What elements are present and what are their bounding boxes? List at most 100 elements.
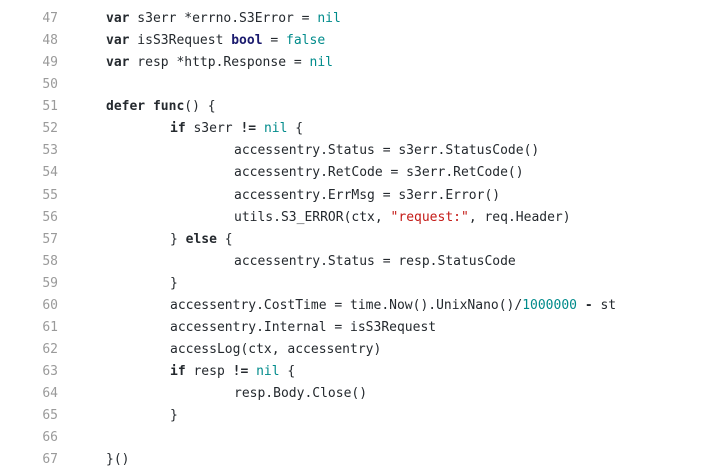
code-keyword: var <box>106 33 130 49</box>
line-number: 51 <box>42 99 58 115</box>
code-line[interactable]: 60 accessentry.CostTime = time.Now().Unix… <box>0 295 717 317</box>
line-number: 64 <box>42 386 58 402</box>
line-source: resp.Body.Close() <box>234 383 367 405</box>
code-line[interactable]: 65} <box>0 405 717 427</box>
code-text: accessLog(ctx, accessentry) <box>170 341 382 357</box>
line-source: accessentry.Internal = isS3Request <box>170 317 436 339</box>
code-keyword: if <box>170 364 186 379</box>
code-keyword: - <box>584 297 593 313</box>
line-source: accessentry.Status = s3err.StatusCode() <box>234 140 539 162</box>
code-text: s3err *errno.S3Error = <box>129 11 318 26</box>
code-literal: nil <box>263 121 288 137</box>
code-line[interactable]: 58 accessentry.Status = resp.StatusCode <box>0 251 717 273</box>
clipped-previous-line <box>0 0 717 8</box>
line-number: 61 <box>42 319 58 335</box>
code-keyword: func <box>152 99 185 115</box>
line-number: 58 <box>42 253 58 269</box>
line-source: accessentry.Status = resp.StatusCode <box>234 251 516 273</box>
code-text: s3err <box>185 121 241 137</box>
line-number: 65 <box>42 408 58 424</box>
line-source: accessentry.RetCode = s3err.RetCode() <box>234 162 524 184</box>
line-number: 50 <box>42 77 58 93</box>
code-line[interactable]: 61 accessentry.Internal = isS3Request <box>0 317 717 339</box>
line-source: accessentry.ErrMsg = s3err.Error() <box>234 185 500 207</box>
line-number: 56 <box>42 209 58 225</box>
line-number: 55 <box>42 187 58 203</box>
code-keyword: != <box>240 121 257 137</box>
code-line[interactable]: 66 <box>0 427 717 449</box>
line-source: }() <box>106 449 129 470</box>
code-line[interactable]: 63 if resp != nil { <box>0 361 717 383</box>
code-text: { <box>279 364 296 379</box>
line-source: var resp *http.Response = nil <box>106 52 333 74</box>
code-text: accessentry.Status = s3err.StatusCode() <box>234 143 540 159</box>
code-text: } <box>170 275 178 291</box>
code-line[interactable]: 62 accessLog(ctx, accessentry) <box>0 339 717 361</box>
line-number: 59 <box>42 275 58 291</box>
line-source: } <box>170 405 178 427</box>
line-source: accessentry.CostTime = time.Now().UnixNa… <box>170 295 616 317</box>
code-line[interactable]: 54 accessentry.RetCode = s3err.RetCode() <box>0 162 717 184</box>
code-type: bool <box>231 33 263 49</box>
line-number: 67 <box>42 452 58 468</box>
code-text: accessentry.ErrMsg = s3err.Error() <box>234 187 501 203</box>
code-line[interactable]: 64 resp.Body.Close() <box>0 383 717 405</box>
line-source: var isS3Request bool = false <box>106 30 325 52</box>
code-text: accessentry.CostTime = time.Now().UnixNa… <box>170 297 523 313</box>
line-number: 53 <box>42 143 58 159</box>
code-text: resp *http.Response = <box>129 55 310 71</box>
code-line[interactable]: 52 if s3err != nil { <box>0 118 717 140</box>
code-line[interactable]: 51 defer func() { <box>0 96 717 118</box>
line-number: 57 <box>42 231 58 247</box>
code-text: isS3Request <box>129 33 232 49</box>
code-block[interactable]: 47 var s3err *errno.S3Error = nil 48 var is… <box>0 8 717 470</box>
code-line[interactable]: 57} else { <box>0 229 717 251</box>
code-line[interactable]: 55 accessentry.ErrMsg = s3err.Error() <box>0 185 717 207</box>
code-text: { <box>216 231 233 247</box>
code-text: resp.Body.Close() <box>234 386 368 402</box>
code-keyword: var <box>106 11 130 26</box>
code-line[interactable]: 59} <box>0 273 717 295</box>
code-text: accessentry.Status = resp.StatusCode <box>234 253 516 269</box>
line-source: } <box>170 273 178 295</box>
code-text: st <box>592 297 617 313</box>
line-number: 49 <box>42 55 58 71</box>
line-source: var s3err *errno.S3Error = nil <box>106 8 341 30</box>
line-number: 52 <box>42 121 58 137</box>
code-text: }() <box>106 452 130 468</box>
code-text: accessentry.RetCode = s3err.RetCode() <box>234 165 524 181</box>
code-literal: false <box>286 33 326 49</box>
code-keyword: var <box>106 55 130 71</box>
code-line[interactable]: 56 utils.S3_ERROR(ctx, "request:", req.He… <box>0 207 717 229</box>
code-string: "request:" <box>390 209 469 225</box>
line-number: 60 <box>42 297 58 313</box>
line-number: 62 <box>42 341 58 357</box>
line-number: 63 <box>42 364 58 379</box>
line-number: 48 <box>42 33 58 49</box>
line-source: if resp != nil { <box>170 361 295 383</box>
line-source: defer func() { <box>106 96 216 118</box>
line-source: utils.S3_ERROR(ctx, "request:", req.Head… <box>234 207 571 229</box>
code-line[interactable]: 49 var resp *http.Response = nil <box>0 52 717 74</box>
code-text: () { <box>184 99 216 115</box>
line-source: accessLog(ctx, accessentry) <box>170 339 381 361</box>
code-viewer[interactable]: 47 var s3err *errno.S3Error = nil 48 var is… <box>0 0 717 470</box>
code-line[interactable]: 48 var isS3Request bool = false <box>0 30 717 52</box>
code-text: { <box>287 121 304 137</box>
code-number: 1000000 <box>522 297 577 313</box>
line-number: 66 <box>42 430 58 446</box>
line-number: 54 <box>42 165 58 181</box>
code-line[interactable]: 67 }() <box>0 449 717 470</box>
code-line[interactable]: 50 <box>0 74 717 96</box>
code-text: } <box>170 231 186 247</box>
line-source: if s3err != nil { <box>170 118 303 140</box>
code-keyword: defer <box>106 99 146 115</box>
code-line[interactable]: 53 accessentry.Status = s3err.StatusCode(… <box>0 140 717 162</box>
code-text: , req.Header) <box>468 209 571 225</box>
code-keyword: else <box>185 231 217 247</box>
code-line[interactable]: 47 var s3err *errno.S3Error = nil <box>0 8 717 30</box>
line-source: } else { <box>170 229 233 251</box>
